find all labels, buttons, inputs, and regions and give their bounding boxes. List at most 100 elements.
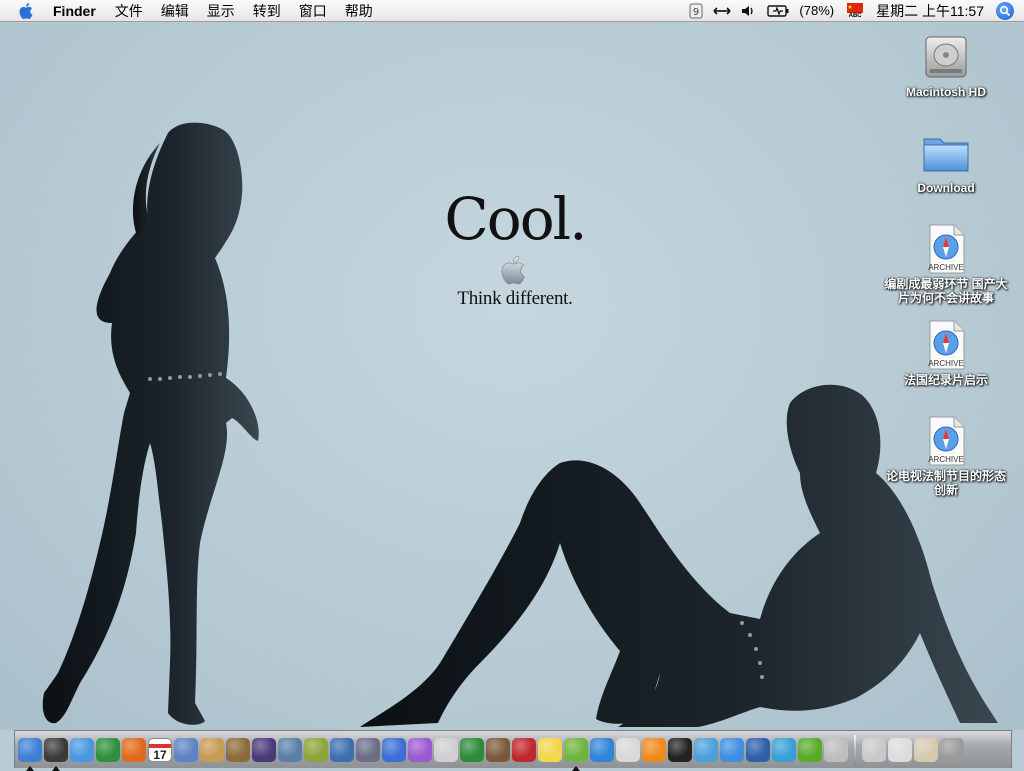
desktop-icon-label: Macintosh HD — [905, 85, 986, 99]
archive-badge: ARCHIVE — [928, 263, 964, 272]
wallpaper-branding: Cool. Think different. — [420, 188, 610, 310]
dock-item-address-book[interactable] — [200, 736, 224, 764]
dock-item-forward[interactable] — [772, 736, 796, 764]
dictionary-icon — [486, 737, 510, 762]
firefox-icon — [122, 737, 146, 762]
dock-item-ical[interactable]: 17 — [148, 736, 172, 764]
address-book-icon — [200, 737, 224, 762]
quicktime-icon — [590, 737, 614, 762]
textedit-icon — [434, 737, 458, 762]
dock-item-plane[interactable] — [746, 736, 770, 764]
menu-app-finder[interactable]: Finder — [44, 0, 106, 22]
network-icon — [694, 737, 718, 762]
menu-clock[interactable]: 星期二 上午11:57 — [871, 0, 992, 22]
dock-item-preview[interactable] — [174, 736, 198, 764]
dock-item-internet-explorer[interactable] — [96, 736, 120, 764]
battery-icon[interactable] — [762, 0, 794, 22]
utility-icon — [798, 737, 822, 762]
menu-go[interactable]: 转到 — [244, 0, 290, 22]
menu-help[interactable]: 帮助 — [336, 0, 382, 22]
desktop-icon-archive-2[interactable]: ARCHIVE 法国纪录片启示 — [876, 319, 1016, 387]
dock-item-network[interactable] — [694, 736, 718, 764]
wallpaper-silhouettes — [42, 122, 998, 727]
standing-figure — [42, 122, 259, 725]
dock-item-firefox[interactable] — [122, 736, 146, 764]
dock-item-word[interactable] — [382, 736, 406, 764]
safari-icon — [70, 737, 94, 762]
battery-percent[interactable]: (78%) — [794, 0, 839, 22]
dock-item-itunes[interactable] — [564, 736, 588, 771]
dock-item-iphoto[interactable] — [226, 736, 250, 764]
dock-item-pencil[interactable] — [304, 736, 328, 764]
input-menu-icon[interactable]: ABC — [839, 0, 871, 22]
menu-window[interactable]: 窗口 — [290, 0, 336, 22]
dock-item-photo-browser[interactable] — [278, 736, 302, 764]
desktop-icon-archive-1[interactable]: ARCHIVE 编剧成最弱环节 国产大片为何不会讲故事 — [876, 223, 1016, 305]
keynote-icon — [330, 737, 354, 762]
system-preferences-icon — [824, 737, 848, 762]
acrobat-icon — [512, 737, 536, 762]
dock-item-vlc[interactable] — [642, 736, 666, 764]
running-indicator — [572, 765, 580, 771]
messenger-icon — [720, 737, 744, 762]
dock-item-applications-stack[interactable] — [862, 736, 886, 764]
dock-item-qq[interactable] — [668, 736, 692, 764]
dock-item-powerpoint[interactable] — [408, 736, 432, 764]
dock-item-stickies[interactable] — [538, 736, 562, 764]
dock-item-dictionary[interactable] — [486, 736, 510, 764]
apple-logo-icon — [501, 254, 529, 286]
dock-item-messenger[interactable] — [720, 736, 744, 764]
desktop-icon-label: 论电视法制节目的形态创新 — [885, 469, 1006, 497]
script-menu-icon[interactable]: 9 — [684, 0, 708, 22]
dock-item-script-editor[interactable] — [356, 736, 380, 764]
dock-item-dashboard[interactable] — [44, 736, 68, 771]
downloads-stack-icon — [914, 737, 938, 762]
desktop[interactable]: Cool. Think different. Macintosh HD Down… — [0, 23, 1024, 730]
applications-stack-icon — [862, 737, 886, 762]
archive-badge: ARCHIVE — [928, 455, 964, 464]
dock-item-acrobat[interactable] — [512, 736, 536, 764]
menu-extras: 9 (78%) ABC 星期二 上午11:57 — [684, 0, 1024, 22]
photo-browser-icon — [278, 737, 302, 762]
dock-item-downloads-stack[interactable] — [914, 736, 938, 764]
menu-view[interactable]: 显示 — [198, 0, 244, 22]
desktop-icon-download[interactable]: Download — [876, 127, 1016, 195]
dock-item-mplayer[interactable] — [616, 736, 640, 764]
hard-drive-icon — [925, 36, 967, 78]
stickies-icon — [538, 737, 562, 762]
menu-file[interactable]: 文件 — [106, 0, 152, 22]
desktop-icon-label: 编剧成最弱环节 国产大片为何不会讲故事 — [884, 277, 1008, 305]
preview-icon — [174, 737, 198, 762]
documents-stack-icon — [888, 737, 912, 762]
dock-item-itunes-vis[interactable] — [252, 736, 276, 764]
dock-item-excel[interactable] — [460, 736, 484, 764]
apple-menu-icon[interactable] — [18, 1, 36, 21]
folder-icon — [923, 138, 969, 172]
dock-item-quicktime[interactable] — [590, 736, 614, 764]
dock-item-documents-stack[interactable] — [888, 736, 912, 764]
wallpaper-tagline: Think different. — [457, 288, 573, 309]
archive-badge: ARCHIVE — [928, 359, 964, 368]
dock-item-keynote[interactable] — [330, 736, 354, 764]
powerpoint-icon — [408, 737, 432, 762]
dock-item-textedit[interactable] — [434, 736, 458, 764]
dock-item-finder[interactable] — [18, 736, 42, 771]
internet-explorer-icon — [96, 737, 120, 762]
network-status-icon[interactable] — [708, 0, 736, 22]
excel-icon — [460, 737, 484, 762]
dock-item-safari[interactable] — [70, 736, 94, 764]
mplayer-icon — [616, 737, 640, 762]
dock-item-system-preferences[interactable] — [824, 736, 848, 764]
volume-icon[interactable] — [736, 0, 762, 22]
menu-edit[interactable]: 编辑 — [152, 0, 198, 22]
dock-item-utility[interactable] — [798, 736, 822, 764]
qq-icon — [668, 737, 692, 762]
dock-item-trash[interactable] — [940, 736, 964, 764]
wallpaper-headline: Cool. — [444, 185, 587, 253]
forward-icon — [772, 737, 796, 762]
dashboard-icon — [44, 737, 68, 762]
spotlight-icon[interactable] — [996, 1, 1014, 20]
finder-icon — [18, 737, 42, 762]
desktop-icon-archive-3[interactable]: ARCHIVE 论电视法制节目的形态创新 — [876, 415, 1016, 497]
desktop-icon-macintosh-hd[interactable]: Macintosh HD — [876, 31, 1016, 99]
